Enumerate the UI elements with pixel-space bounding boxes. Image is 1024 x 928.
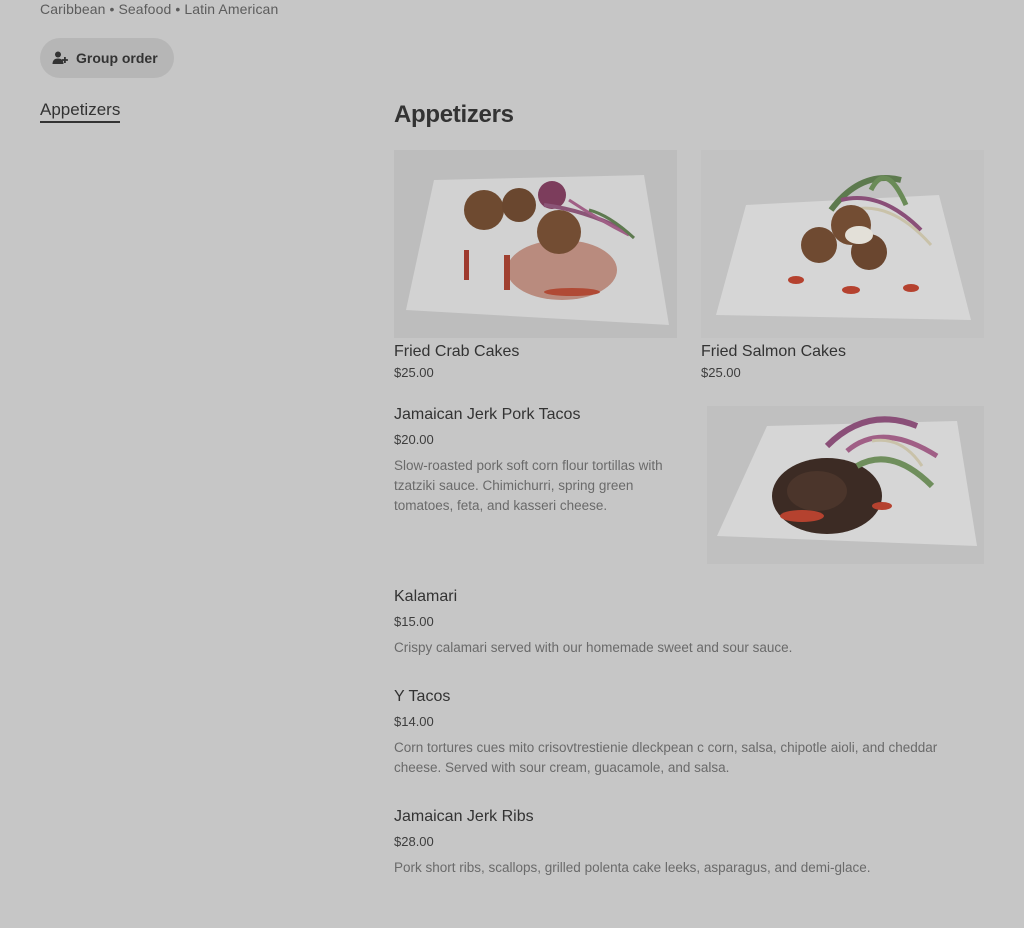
item-price: $28.00 xyxy=(394,834,434,849)
item-name: Jamaican Jerk Pork Tacos xyxy=(394,406,581,423)
item-name: Fried Crab Cakes xyxy=(394,343,520,360)
cuisine-tags: Caribbean • Seafood • Latin American xyxy=(40,1,279,17)
menu-item-jamaican-jerk-pork-tacos[interactable]: Jamaican Jerk Pork Tacos $20.00 Slow-roa… xyxy=(394,406,690,516)
menu-item-y-tacos[interactable]: Y Tacos $14.00 Corn tortures cues mito c… xyxy=(394,688,954,778)
item-description: Slow-roasted pork soft corn flour tortil… xyxy=(394,458,663,513)
group-order-label: Group order xyxy=(76,50,158,66)
item-name: Jamaican Jerk Ribs xyxy=(394,808,534,825)
group-order-button[interactable]: Group order xyxy=(40,38,174,78)
menu-item-kalamari[interactable]: Kalamari $15.00 Crispy calamari served w… xyxy=(394,588,954,658)
item-name: Kalamari xyxy=(394,588,458,605)
item-price: $15.00 xyxy=(394,614,434,629)
item-description: Pork short ribs, scallops, grilled polen… xyxy=(394,860,871,875)
item-name: Y Tacos xyxy=(394,688,451,705)
food-photo xyxy=(394,150,677,338)
menu-card-fried-crab-cakes[interactable]: Fried Crab Cakes $25.00 xyxy=(394,150,677,380)
person-add-icon xyxy=(52,50,68,66)
section-title: Appetizers xyxy=(394,101,514,128)
food-photo xyxy=(701,150,984,338)
side-nav-item-appetizers[interactable]: Appetizers xyxy=(40,100,121,123)
item-price: $20.00 xyxy=(394,432,434,447)
food-photo[interactable] xyxy=(707,406,984,564)
item-price: $25.00 xyxy=(701,365,741,380)
item-description: Corn tortures cues mito crisovtrestienie… xyxy=(394,740,938,775)
item-price: $14.00 xyxy=(394,714,434,729)
item-price: $25.00 xyxy=(394,365,434,380)
menu-card-fried-salmon-cakes[interactable]: Fried Salmon Cakes $25.00 xyxy=(701,150,984,380)
menu-item-jamaican-jerk-ribs[interactable]: Jamaican Jerk Ribs $28.00 Pork short rib… xyxy=(394,808,954,878)
item-name: Fried Salmon Cakes xyxy=(701,343,846,360)
item-description: Crispy calamari served with our homemade… xyxy=(394,640,793,655)
